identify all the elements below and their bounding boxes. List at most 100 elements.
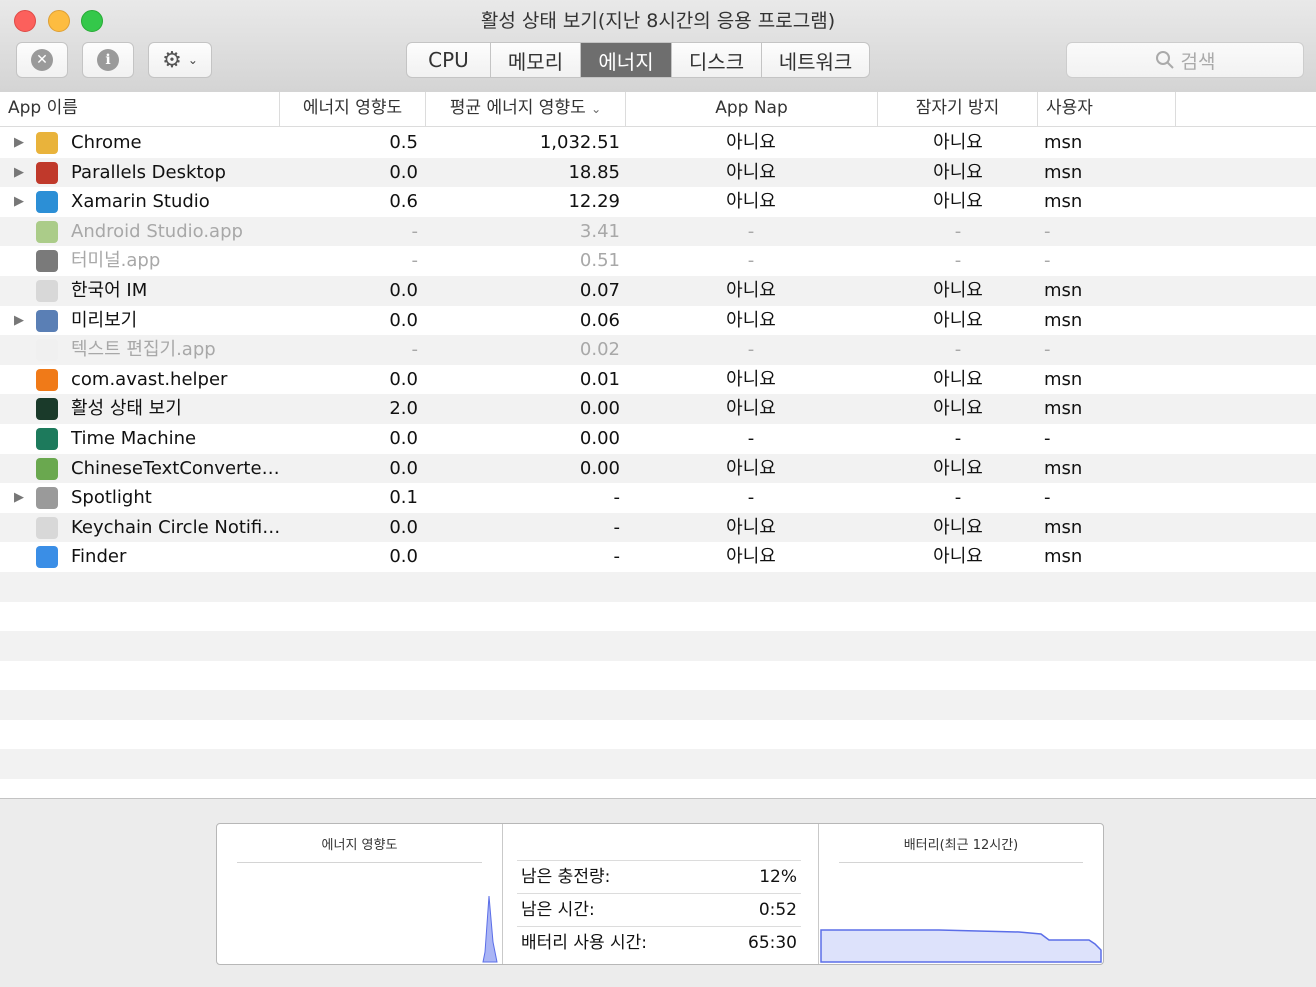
prevent-sleep-value: 아니요 — [933, 546, 983, 568]
user-value: msn — [1044, 279, 1083, 301]
column-header-avg-label: 평균 에너지 영향도 — [449, 98, 586, 118]
prevent-sleep-value: - — [954, 339, 962, 361]
table-row[interactable]: ChineseTextConverter... 0.0 0.00 아니요 아니요 msn — [0, 453, 1316, 484]
table-row[interactable]: 터미널.app - 0.51 - - - — [0, 246, 1316, 276]
tab-energy[interactable]: 에너지 — [581, 43, 672, 77]
app-nap-value: 아니요 — [726, 191, 776, 213]
app-nap-value: 아니요 — [726, 368, 776, 390]
app-name: Android Studio.app — [71, 220, 243, 242]
empty-row — [0, 631, 1316, 661]
energy-impact-value: 0.0 — [389, 368, 418, 390]
table-row[interactable]: 한국어 IM 0.0 0.07 아니요 아니요 msn — [0, 275, 1316, 306]
table-body: ▶ Chrome 0.5 1,032.51 아니요 아니요 msn ▶ Parallels De… — [0, 128, 1316, 780]
avg-energy-impact-value: 0.00 — [579, 398, 620, 420]
activity-monitor-window: 활성 상태 보기(지난 8시간의 응용 프로그램) ✕ i ⚙ ⌄ CPU 메모… — [0, 0, 1316, 987]
user-value: msn — [1044, 161, 1083, 183]
app-name: Finder — [71, 546, 127, 568]
app-name: Xamarin Studio — [71, 191, 210, 213]
avg-energy-impact-value: - — [613, 546, 621, 568]
energy-impact-value: - — [411, 339, 419, 361]
battery-level-area — [820, 929, 1102, 963]
bottom-summary: 에너지 영향도 남은 충전량: 12% 남은 시간: 0:52 배터리 사용 시… — [0, 798, 1316, 987]
table-row[interactable]: 활성 상태 보기 2.0 0.00 아니요 아니요 msn — [0, 394, 1316, 424]
disclosure-triangle-icon[interactable]: ▶ — [14, 483, 24, 513]
avg-energy-impact-value: 0.00 — [579, 427, 620, 449]
x-circle-icon: ✕ — [31, 49, 53, 71]
empty-row — [0, 690, 1316, 720]
info-icon: i — [97, 49, 119, 71]
app-name: 텍스트 편집기.app — [71, 339, 216, 361]
stat-time-remaining: 남은 시간: 0:52 — [517, 893, 801, 926]
app-name: Parallels Desktop — [71, 161, 226, 183]
tab-memory[interactable]: 메모리 — [491, 43, 581, 77]
table-row[interactable]: com.avast.helper 0.0 0.01 아니요 아니요 msn — [0, 365, 1316, 395]
battery-history-graph — [820, 929, 1102, 963]
app-name: 터미널.app — [71, 250, 161, 272]
prevent-sleep-value: - — [954, 427, 962, 449]
table-row[interactable]: ▶ Parallels Desktop 0.0 18.85 아니요 아니요 msn — [0, 157, 1316, 188]
table-row[interactable]: ▶ Spotlight 0.1 - - - - — [0, 483, 1316, 513]
avg-energy-impact-value: - — [613, 516, 621, 538]
tab-disk[interactable]: 디스크 — [672, 43, 762, 77]
inspect-process-button[interactable]: i — [82, 42, 134, 78]
tab-network[interactable]: 네트워크 — [762, 43, 869, 77]
app-name: 한국어 IM — [71, 279, 148, 301]
column-header-app-nap[interactable]: App Nap — [626, 92, 878, 126]
prevent-sleep-value: 아니요 — [933, 398, 983, 420]
prevent-sleep-value: 아니요 — [933, 132, 983, 153]
stat-value: 65:30 — [748, 933, 797, 953]
user-value: - — [1044, 339, 1051, 361]
prevent-sleep-value: - — [954, 250, 962, 272]
column-header-app-name[interactable]: App 이름 — [0, 92, 280, 126]
table-row[interactable]: ▶ Xamarin Studio 0.6 12.29 아니요 아니요 msn — [0, 187, 1316, 217]
empty-row — [0, 661, 1316, 691]
prevent-sleep-value: - — [954, 487, 962, 509]
column-header-energy-impact[interactable]: 에너지 영향도 — [280, 92, 426, 126]
energy-impact-value: 0.6 — [389, 191, 418, 213]
app-nap-value: - — [747, 339, 755, 361]
app-icon — [36, 368, 58, 391]
search-field[interactable]: 검색 — [1066, 42, 1304, 78]
energy-impact-graph — [482, 895, 498, 963]
table-row[interactable]: Android Studio.app - 3.41 - - - — [0, 216, 1316, 247]
avg-energy-impact-value: 18.85 — [568, 161, 620, 183]
table-row[interactable]: Finder 0.0 - 아니요 아니요 msn — [0, 542, 1316, 572]
user-value: - — [1044, 250, 1051, 272]
title-bar: 활성 상태 보기(지난 8시간의 응용 프로그램) ✕ i ⚙ ⌄ CPU 메모… — [0, 0, 1316, 93]
search-icon — [1155, 51, 1174, 69]
app-icon — [36, 279, 58, 302]
table-row[interactable]: Time Machine 0.0 0.00 - - - — [0, 424, 1316, 454]
view-tabs: CPU 메모리 에너지 디스크 네트워크 — [406, 42, 870, 78]
energy-impact-value: 0.0 — [389, 161, 418, 183]
stat-value: 0:52 — [758, 900, 797, 920]
app-icon — [36, 220, 58, 243]
disclosure-triangle-icon[interactable]: ▶ — [14, 306, 24, 336]
disclosure-triangle-icon[interactable]: ▶ — [14, 128, 24, 158]
column-header-user[interactable]: 사용자 — [1038, 92, 1176, 126]
battery-history-section: 배터리(최근 12시간) — [819, 824, 1103, 964]
column-header-avg-energy-impact[interactable]: 평균 에너지 영향도 ⌄ — [426, 92, 626, 126]
quit-process-button[interactable]: ✕ — [16, 42, 68, 78]
column-header-prevent-sleep[interactable]: 잠자기 방지 — [878, 92, 1038, 126]
table-row[interactable]: ▶ Chrome 0.5 1,032.51 아니요 아니요 msn — [0, 128, 1316, 158]
table-row[interactable]: Keychain Circle Notific... 0.0 - 아니요 아니요 msn — [0, 512, 1316, 543]
user-value: msn — [1044, 546, 1083, 568]
app-icon — [36, 309, 58, 332]
table-row[interactable]: ▶ 미리보기 0.0 0.06 아니요 아니요 msn — [0, 306, 1316, 336]
app-icon — [36, 161, 58, 184]
action-menu-button[interactable]: ⚙ ⌄ — [148, 42, 212, 78]
table-row[interactable]: 텍스트 편집기.app - 0.02 - - - — [0, 335, 1316, 365]
app-name: Chrome — [71, 132, 142, 153]
table-header: App 이름 에너지 영향도 평균 에너지 영향도 ⌄ App Nap 잠자기 … — [0, 92, 1316, 127]
empty-row — [0, 749, 1316, 780]
prevent-sleep-value: 아니요 — [933, 191, 983, 213]
avg-energy-impact-value: 0.07 — [579, 279, 620, 301]
tab-cpu[interactable]: CPU — [407, 43, 491, 77]
prevent-sleep-value: 아니요 — [933, 457, 983, 479]
disclosure-triangle-icon[interactable]: ▶ — [14, 187, 24, 217]
energy-impact-value: 0.0 — [389, 457, 418, 479]
prevent-sleep-value: 아니요 — [933, 161, 983, 183]
user-value: - — [1044, 487, 1051, 509]
disclosure-triangle-icon[interactable]: ▶ — [14, 158, 24, 188]
app-nap-value: 아니요 — [726, 516, 776, 538]
